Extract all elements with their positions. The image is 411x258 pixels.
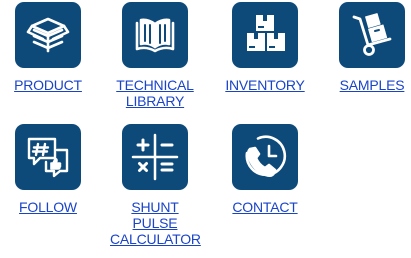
hand-truck-icon[interactable] bbox=[339, 2, 405, 68]
tile-product[interactable]: PRODUCT bbox=[3, 2, 93, 93]
contact-link[interactable]: CONTACT bbox=[220, 199, 310, 215]
box-icon[interactable] bbox=[15, 2, 81, 68]
social-chat-icon[interactable] bbox=[15, 124, 81, 190]
tile-samples[interactable]: SAMPLES bbox=[327, 2, 411, 93]
phone-icon[interactable] bbox=[232, 124, 298, 190]
follow-link[interactable]: FOLLOW bbox=[3, 199, 93, 215]
product-link[interactable]: PRODUCT bbox=[3, 77, 93, 93]
inventory-link[interactable]: INVENTORY bbox=[220, 77, 310, 93]
tile-technical-library[interactable]: TECHNICAL LIBRARY bbox=[110, 2, 200, 109]
shunt-pulse-calculator-link[interactable]: SHUNT PULSE CALCULATOR bbox=[110, 199, 201, 247]
calculator-icon[interactable] bbox=[122, 124, 188, 190]
tile-contact[interactable]: CONTACT bbox=[220, 124, 310, 215]
boxes-icon[interactable] bbox=[232, 2, 298, 68]
samples-link[interactable]: SAMPLES bbox=[327, 77, 411, 93]
tile-follow[interactable]: FOLLOW bbox=[3, 124, 93, 215]
book-icon[interactable] bbox=[122, 2, 188, 68]
tile-shunt-pulse-calculator[interactable]: SHUNT PULSE CALCULATOR bbox=[110, 124, 201, 247]
tile-inventory[interactable]: INVENTORY bbox=[220, 2, 310, 93]
technical-library-link[interactable]: TECHNICAL LIBRARY bbox=[110, 77, 200, 109]
